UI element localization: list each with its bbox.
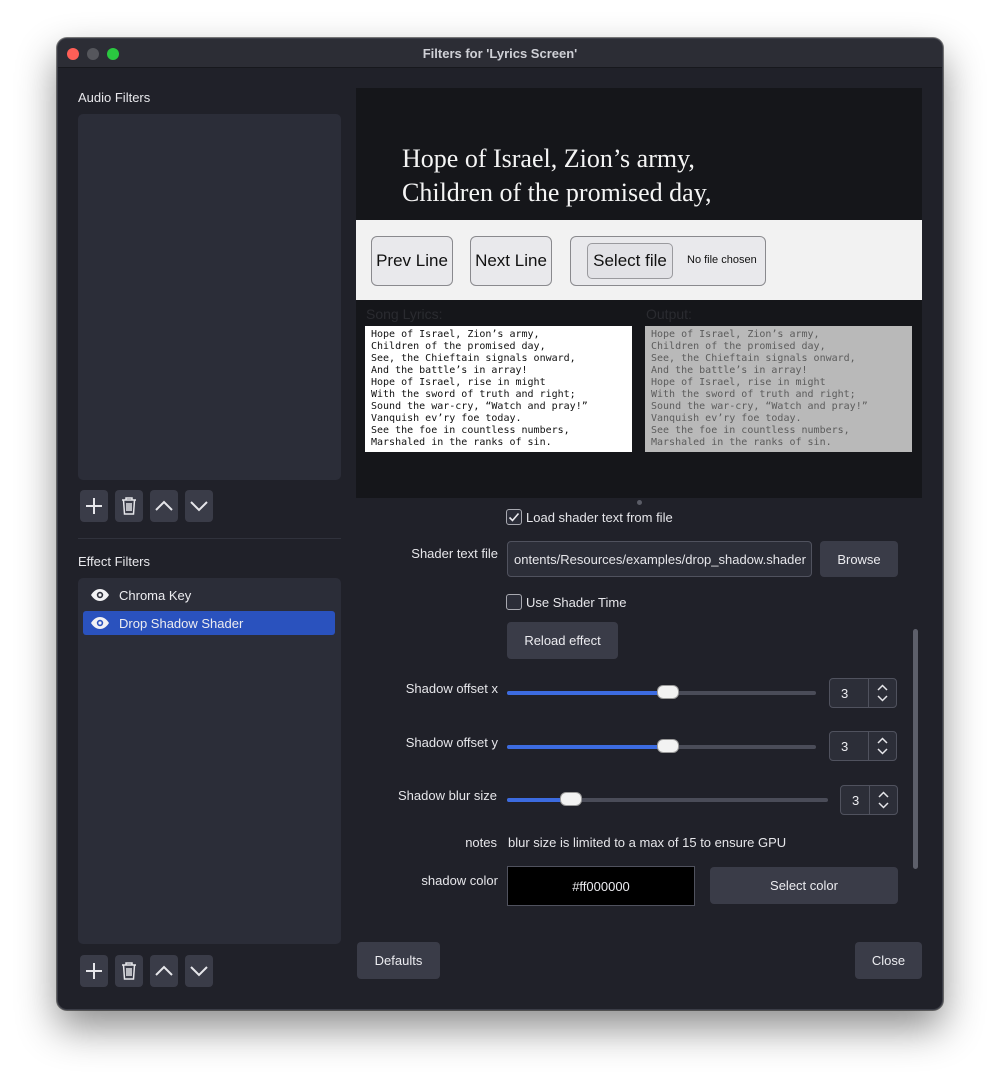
plus-icon (86, 963, 102, 979)
chevron-up-icon (155, 500, 173, 511)
shadow-offset-x-slider[interactable] (507, 686, 816, 698)
move-audio-filter-up-button[interactable] (150, 490, 178, 522)
effect-filters-list: Chroma Key Drop Shadow Shader (78, 578, 341, 944)
chevron-down-icon[interactable] (877, 748, 888, 755)
browse-button[interactable]: Browse (820, 541, 898, 577)
shadow-blur-size-label: Shadow blur size (398, 788, 497, 803)
shadow-offset-y-spinbox[interactable]: 3 (829, 731, 897, 761)
trash-icon (122, 962, 136, 980)
spinbox-arrows[interactable] (868, 679, 896, 707)
shadow-blur-size-spinbox[interactable]: 3 (840, 785, 898, 815)
select-file-button[interactable]: Select file (587, 243, 673, 279)
audio-filters-list[interactable] (78, 114, 341, 480)
chevron-down-icon (190, 966, 208, 977)
eye-icon[interactable] (90, 616, 112, 630)
remove-effect-filter-button[interactable] (115, 955, 143, 987)
plus-icon (86, 498, 102, 514)
filter-item-label: Drop Shadow Shader (119, 615, 244, 631)
reload-effect-button[interactable]: Reload effect (507, 622, 618, 659)
trash-icon (122, 497, 136, 515)
prev-line-button[interactable]: Prev Line (371, 236, 453, 286)
move-audio-filter-down-button[interactable] (185, 490, 213, 522)
move-effect-filter-up-button[interactable] (150, 955, 178, 987)
file-status-text: No file chosen (687, 254, 757, 266)
preview-controls-bar: Prev Line Next Line Select file No file … (356, 220, 922, 300)
shadow-offset-y-label: Shadow offset y (405, 735, 498, 750)
effect-filter-chroma-key[interactable]: Chroma Key (83, 583, 335, 607)
audio-filters-label: Audio Filters (78, 90, 151, 105)
filter-item-label: Chroma Key (119, 587, 192, 603)
filters-window: Filters for 'Lyrics Screen' Audio Filter… (57, 38, 943, 1010)
window-title: Filters for 'Lyrics Screen' (422, 46, 578, 61)
lyric-line-1: Hope of Israel, Zion’s army, (402, 144, 695, 173)
notes-label: notes (465, 835, 497, 850)
shadow-offset-x-spinbox[interactable]: 3 (829, 678, 897, 708)
spinbox-arrows[interactable] (868, 732, 896, 760)
select-color-button[interactable]: Select color (710, 867, 898, 904)
chevron-up-icon[interactable] (877, 684, 888, 691)
effect-filter-drop-shadow-shader[interactable]: Drop Shadow Shader (83, 611, 335, 635)
eye-icon[interactable] (90, 588, 112, 602)
shader-text-file-input[interactable]: ontents/Resources/examples/drop_shadow.s… (507, 541, 812, 577)
spinbox-value: 3 (841, 686, 849, 701)
file-chooser: Select file No file chosen (570, 236, 766, 286)
shader-text-file-label: Shader text file (411, 546, 498, 561)
song-lyrics-textarea[interactable]: Hope of Israel, Zion’s army, Children of… (365, 326, 632, 452)
load-shader-from-file-checkbox[interactable] (506, 509, 522, 525)
shadow-offset-y-slider[interactable] (507, 740, 816, 752)
chevron-down-icon[interactable] (878, 802, 889, 809)
shadow-color-label: shadow color (421, 873, 498, 888)
next-line-button[interactable]: Next Line (470, 236, 552, 286)
properties-scrollbar[interactable] (913, 629, 918, 869)
lyric-line-2: Children of the promised day, (402, 178, 712, 207)
output-label: Output: (646, 306, 692, 322)
title-bar: Filters for 'Lyrics Screen' (58, 39, 942, 68)
splitter-handle[interactable] (637, 500, 642, 505)
spinbox-arrows[interactable] (869, 786, 897, 814)
chevron-up-icon[interactable] (877, 737, 888, 744)
chevron-up-icon (155, 965, 173, 976)
effect-filters-label: Effect Filters (78, 554, 151, 569)
chevron-down-icon[interactable] (877, 695, 888, 702)
section-divider (78, 538, 341, 539)
chevron-down-icon (190, 501, 208, 512)
move-effect-filter-down-button[interactable] (185, 955, 213, 987)
song-lyrics-label: Song Lyrics: (366, 306, 443, 322)
slider-handle[interactable] (658, 686, 678, 698)
remove-audio-filter-button[interactable] (115, 490, 143, 522)
output-textarea: Hope of Israel, Zion’s army, Children of… (645, 326, 912, 452)
shadow-color-swatch: #ff000000 (507, 866, 695, 906)
use-shader-time-label: Use Shader Time (526, 595, 627, 610)
chevron-up-icon[interactable] (878, 791, 889, 798)
close-button[interactable]: Close (855, 942, 922, 979)
slider-fill (507, 745, 668, 749)
use-shader-time-checkbox[interactable] (506, 594, 522, 610)
add-effect-filter-button[interactable] (80, 955, 108, 987)
checkmark-icon (508, 512, 520, 522)
add-audio-filter-button[interactable] (80, 490, 108, 522)
slider-handle[interactable] (658, 740, 678, 752)
source-preview: Hope of Israel, Zion’s army, Children of… (356, 88, 922, 498)
slider-fill (507, 691, 668, 695)
shadow-offset-x-label: Shadow offset x (405, 681, 498, 696)
defaults-button[interactable]: Defaults (357, 942, 440, 979)
shadow-blur-size-slider[interactable] (507, 793, 828, 805)
load-shader-from-file-label: Load shader text from file (526, 510, 673, 525)
spinbox-value: 3 (852, 793, 860, 808)
notes-text: blur size is limited to a max of 15 to e… (508, 835, 787, 850)
spinbox-value: 3 (841, 739, 849, 754)
slider-handle[interactable] (561, 793, 581, 805)
